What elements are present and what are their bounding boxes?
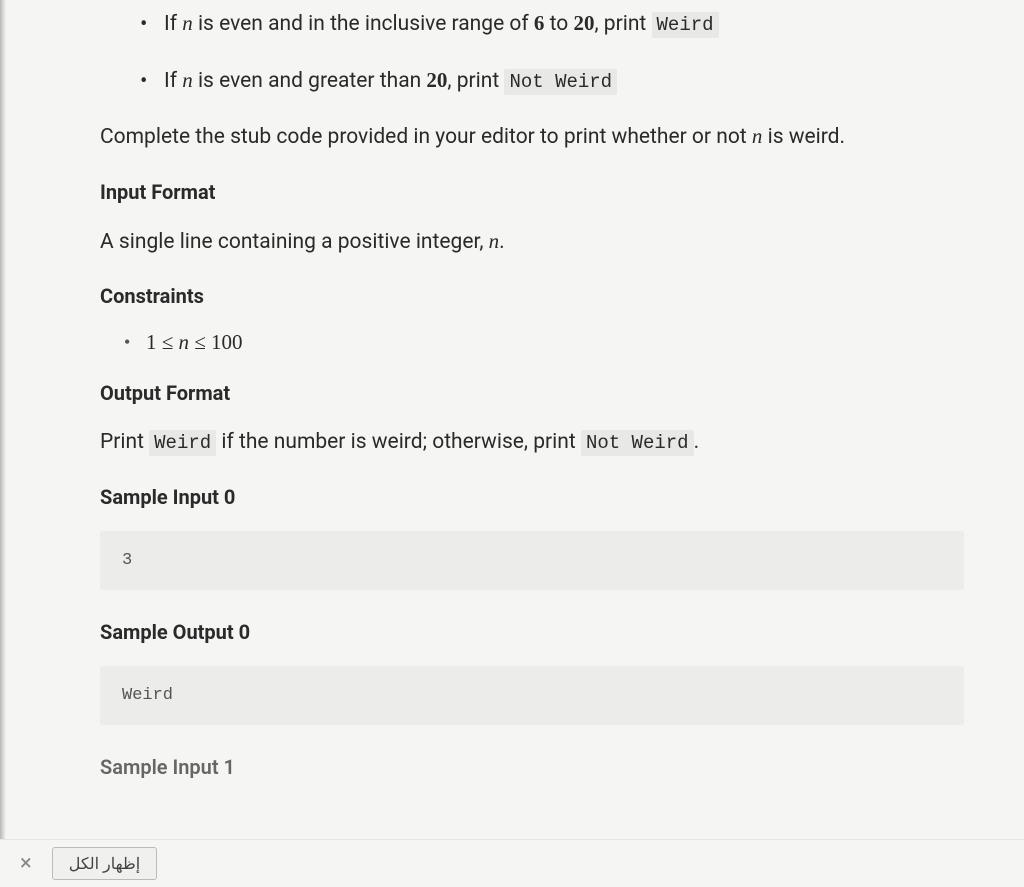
left-shadow-edge — [0, 0, 6, 839]
code-weird: Weird — [652, 12, 719, 38]
text: is weird. — [762, 125, 845, 149]
math-num: 20 — [573, 11, 594, 35]
text: Complete the stub code provided in your … — [100, 125, 752, 149]
instruction-paragraph: Complete the stub code provided in your … — [100, 121, 964, 154]
condition-item: If n is even and in the inclusive range … — [140, 8, 964, 41]
heading-sample-output-0: Sample Output 0 — [100, 620, 964, 644]
sample-input-0-code: 3 — [100, 531, 964, 590]
bottom-bar: × إظهار الكل — [0, 839, 1024, 887]
heading-input-format: Input Format — [100, 180, 964, 204]
problem-content: If n is even and in the inclusive range … — [0, 0, 1024, 779]
text: is even and greater than — [193, 69, 427, 93]
text: If — [164, 12, 182, 36]
math-var-n: n — [182, 11, 193, 35]
heading-constraints: Constraints — [100, 284, 964, 308]
text: , print — [594, 12, 651, 36]
math-var-n: n — [489, 229, 500, 253]
output-description: Print Weird if the number is weird; othe… — [100, 427, 964, 459]
text: . — [694, 430, 700, 454]
text: Print — [100, 430, 149, 454]
math-var-n: n — [752, 124, 763, 148]
text: if the number is weird; otherwise, print — [216, 430, 581, 454]
text: If — [164, 69, 182, 93]
condition-item: If n is even and greater than 20, print … — [140, 65, 964, 98]
close-icon[interactable]: × — [14, 849, 38, 879]
input-description: A single line containing a positive inte… — [100, 226, 964, 259]
text: to — [544, 12, 573, 36]
text: , print — [447, 69, 504, 93]
text: . — [499, 230, 505, 254]
heading-sample-input-1-cutoff: Sample Input 1 — [100, 755, 964, 779]
show-all-button[interactable]: إظهار الكل — [52, 847, 157, 880]
code-not-weird: Not Weird — [581, 430, 694, 456]
math-num: 20 — [426, 68, 447, 92]
math-var-n: n — [182, 68, 193, 92]
constraints-list: 1 ≤ n ≤ 100 — [124, 330, 964, 355]
condition-list: If n is even and in the inclusive range … — [140, 8, 964, 97]
constraint-item: 1 ≤ n ≤ 100 — [124, 330, 964, 355]
text: A single line containing a positive inte… — [100, 230, 489, 254]
text: is even and in the inclusive range of — [193, 12, 534, 36]
code-weird: Weird — [149, 430, 216, 456]
heading-output-format: Output Format — [100, 381, 964, 405]
sample-output-0-code: Weird — [100, 666, 964, 725]
code-not-weird: Not Weird — [504, 69, 617, 95]
math-num: 6 — [534, 11, 545, 35]
heading-sample-input-0: Sample Input 0 — [100, 485, 964, 509]
